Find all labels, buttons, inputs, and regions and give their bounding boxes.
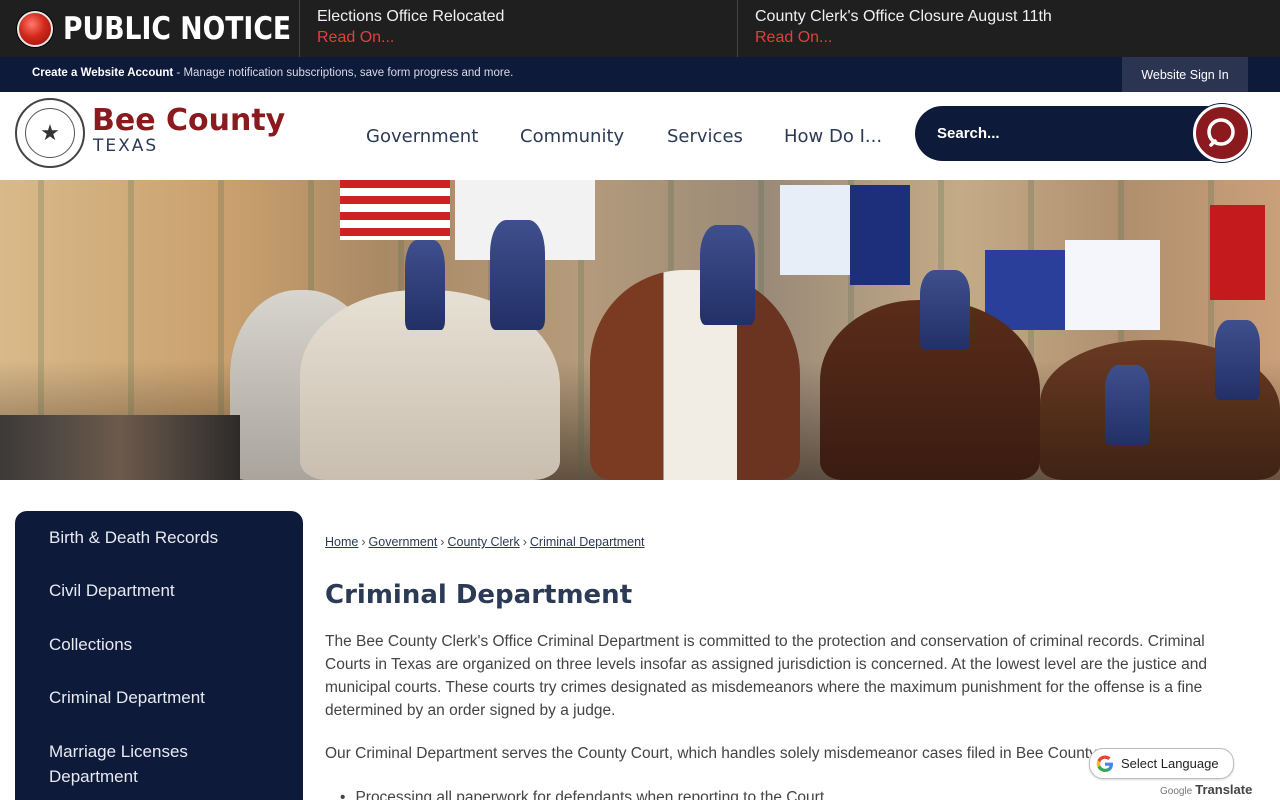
hero-banner-image bbox=[0, 180, 1280, 480]
create-account-desc: - Manage notification subscriptions, sav… bbox=[173, 67, 514, 79]
breadcrumb-separator: › bbox=[522, 535, 527, 549]
sidebar-item-birth-death-records[interactable]: Birth & Death Records bbox=[49, 525, 218, 550]
sidebar-item-civil-department[interactable]: Civil Department bbox=[49, 578, 175, 603]
rider bbox=[490, 220, 545, 330]
sidebar-item-marriage-licenses[interactable]: Marriage Licenses Department bbox=[49, 739, 249, 789]
create-account-link[interactable]: Create a Website Account bbox=[32, 67, 173, 79]
flag-coastguard bbox=[1065, 240, 1160, 330]
search-input[interactable] bbox=[937, 106, 1177, 161]
flag-blue-white bbox=[780, 185, 850, 275]
breadcrumb: Home › Government › County Clerk › Criminal De… bbox=[325, 535, 645, 549]
star-icon: ★ bbox=[25, 108, 75, 158]
rider bbox=[700, 225, 755, 325]
notice-item-title[interactable]: Elections Office Relocated bbox=[317, 7, 737, 27]
google-wordmark: Google bbox=[1160, 786, 1193, 797]
website-sign-in-button[interactable]: Website Sign In bbox=[1122, 57, 1248, 92]
site-header: ★ Bee County TEXAS Government Community … bbox=[0, 92, 1280, 180]
rider bbox=[405, 240, 445, 330]
public-notice-bar: PUBLIC NOTICE Elections Office Relocated… bbox=[0, 0, 1280, 57]
public-notice-label: PUBLIC NOTICE bbox=[63, 10, 292, 47]
list-item: Processing all paperwork for defendants … bbox=[340, 786, 824, 800]
nav-community[interactable]: Community bbox=[520, 92, 624, 180]
us-flag bbox=[340, 180, 450, 240]
notice-item-closure[interactable]: County Clerk's Office Closure August 11t… bbox=[738, 0, 1279, 57]
notice-item-elections[interactable]: Elections Office Relocated Read On... bbox=[300, 0, 738, 57]
sidebar-nav: Birth & Death Records Civil Department C… bbox=[15, 511, 303, 800]
language-select[interactable]: Select Language bbox=[1089, 748, 1234, 779]
breadcrumb-government[interactable]: Government bbox=[369, 535, 438, 549]
translate-wordmark: Translate bbox=[1195, 782, 1253, 797]
rider bbox=[1105, 365, 1150, 445]
service-paragraph: Our Criminal Department serves the Count… bbox=[325, 745, 1097, 762]
breadcrumb-county-clerk[interactable]: County Clerk bbox=[447, 535, 519, 549]
nav-government[interactable]: Government bbox=[366, 92, 478, 180]
breadcrumb-separator: › bbox=[361, 535, 366, 549]
google-translate-credit: Google Translate bbox=[1160, 782, 1252, 797]
search-button[interactable] bbox=[1193, 104, 1251, 162]
search-container bbox=[915, 106, 1215, 161]
site-logo-title[interactable]: Bee County bbox=[92, 104, 285, 138]
breadcrumb-home[interactable]: Home bbox=[325, 535, 358, 549]
crowd bbox=[0, 415, 240, 480]
page-title: Criminal Department bbox=[325, 580, 633, 610]
rider bbox=[1215, 320, 1260, 400]
language-select-label: Select Language bbox=[1121, 756, 1219, 771]
flag-navy bbox=[850, 185, 910, 285]
flag-marines bbox=[1210, 205, 1265, 300]
account-message: Create a Website Account - Manage notifi… bbox=[32, 67, 513, 79]
rider bbox=[920, 270, 970, 350]
nav-how-do-i[interactable]: How Do I... bbox=[784, 92, 882, 180]
account-bar: Create a Website Account - Manage notifi… bbox=[0, 57, 1280, 92]
search-icon bbox=[1207, 118, 1235, 147]
horse-paint bbox=[590, 270, 800, 480]
breadcrumb-criminal-department[interactable]: Criminal Department bbox=[530, 535, 645, 549]
sidebar-item-collections[interactable]: Collections bbox=[49, 632, 132, 657]
county-seal-logo[interactable]: ★ bbox=[15, 98, 85, 168]
breadcrumb-separator: › bbox=[440, 535, 445, 549]
google-g-icon bbox=[1096, 755, 1113, 772]
public-notice-header: PUBLIC NOTICE bbox=[0, 0, 300, 57]
nav-services[interactable]: Services bbox=[667, 92, 743, 180]
notice-read-on-link[interactable]: Read On... bbox=[317, 27, 737, 49]
notice-read-on-link[interactable]: Read On... bbox=[755, 27, 1279, 49]
intro-paragraph: The Bee County Clerk's Office Criminal D… bbox=[325, 633, 1207, 719]
site-logo-subtitle: TEXAS bbox=[93, 136, 159, 156]
notice-item-title[interactable]: County Clerk's Office Closure August 11t… bbox=[755, 7, 1279, 27]
sidebar-item-criminal-department[interactable]: Criminal Department bbox=[49, 685, 205, 710]
alert-light-icon bbox=[17, 10, 53, 47]
